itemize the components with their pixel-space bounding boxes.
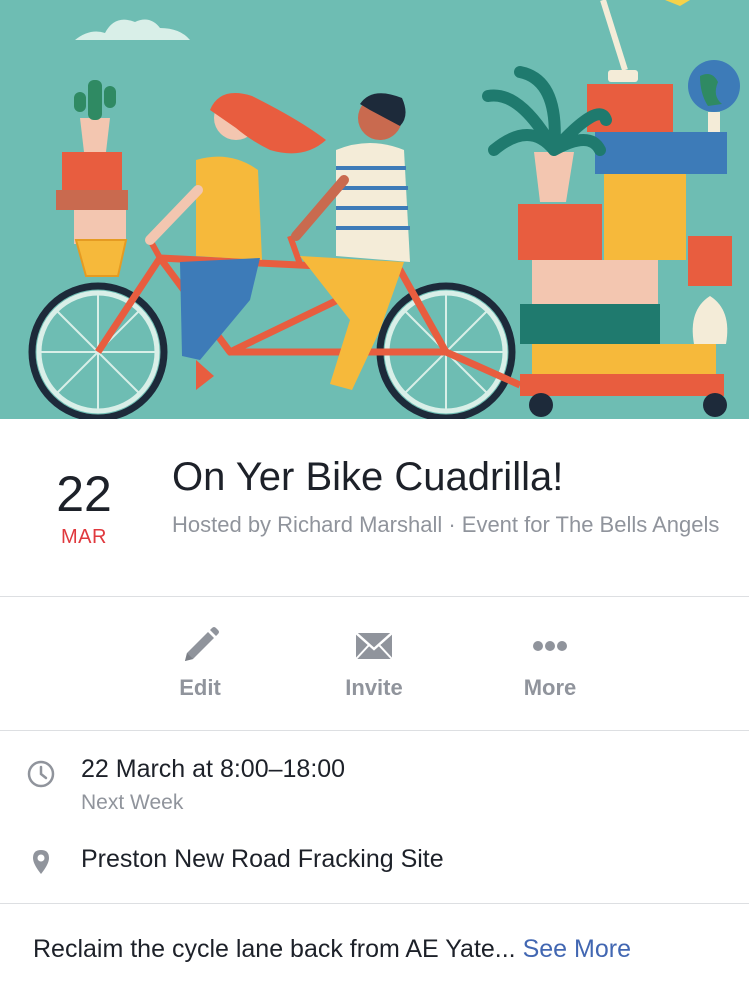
event-actions-bar: Edit Invite More: [0, 597, 749, 729]
clock-icon: [27, 760, 55, 788]
event-date-month: MAR: [61, 526, 107, 548]
edit-button[interactable]: Edit: [130, 625, 270, 701]
event-header: 22 MAR On Yer Bike Cuadrilla! Hosted by …: [0, 419, 749, 596]
event-description-text: Reclaim the cycle lane back from AE Yate…: [33, 935, 516, 963]
event-time[interactable]: 22 March at 8:00–18:00: [81, 755, 345, 784]
edit-button-label: Edit: [179, 675, 221, 700]
event-title: On Yer Bike Cuadrilla!: [172, 455, 564, 499]
tandem-bicycle-illustration: [0, 0, 749, 419]
see-more-link[interactable]: See More: [523, 935, 631, 963]
more-dots-icon: [533, 641, 567, 651]
event-location[interactable]: Preston New Road Fracking Site: [81, 845, 444, 874]
envelope-icon: [355, 632, 393, 660]
event-description: Reclaim the cycle lane back from AE Yate…: [33, 935, 733, 964]
pencil-icon: [185, 627, 219, 661]
more-button[interactable]: More: [480, 625, 620, 701]
event-date-badge: 22 MAR: [36, 467, 132, 549]
event-date-day: 22: [56, 466, 112, 522]
location-pin-icon: [33, 850, 49, 874]
event-details: 22 March at 8:00–18:00 Next Week Preston…: [0, 731, 749, 903]
invite-button[interactable]: Invite: [304, 625, 444, 701]
invite-button-label: Invite: [345, 675, 403, 700]
event-cover-image[interactable]: [0, 0, 749, 419]
event-time-relative: Next Week: [81, 791, 184, 814]
event-host-info[interactable]: Hosted by Richard Marshall · Event for T…: [172, 511, 732, 539]
divider: [0, 903, 749, 904]
more-button-label: More: [523, 675, 577, 700]
